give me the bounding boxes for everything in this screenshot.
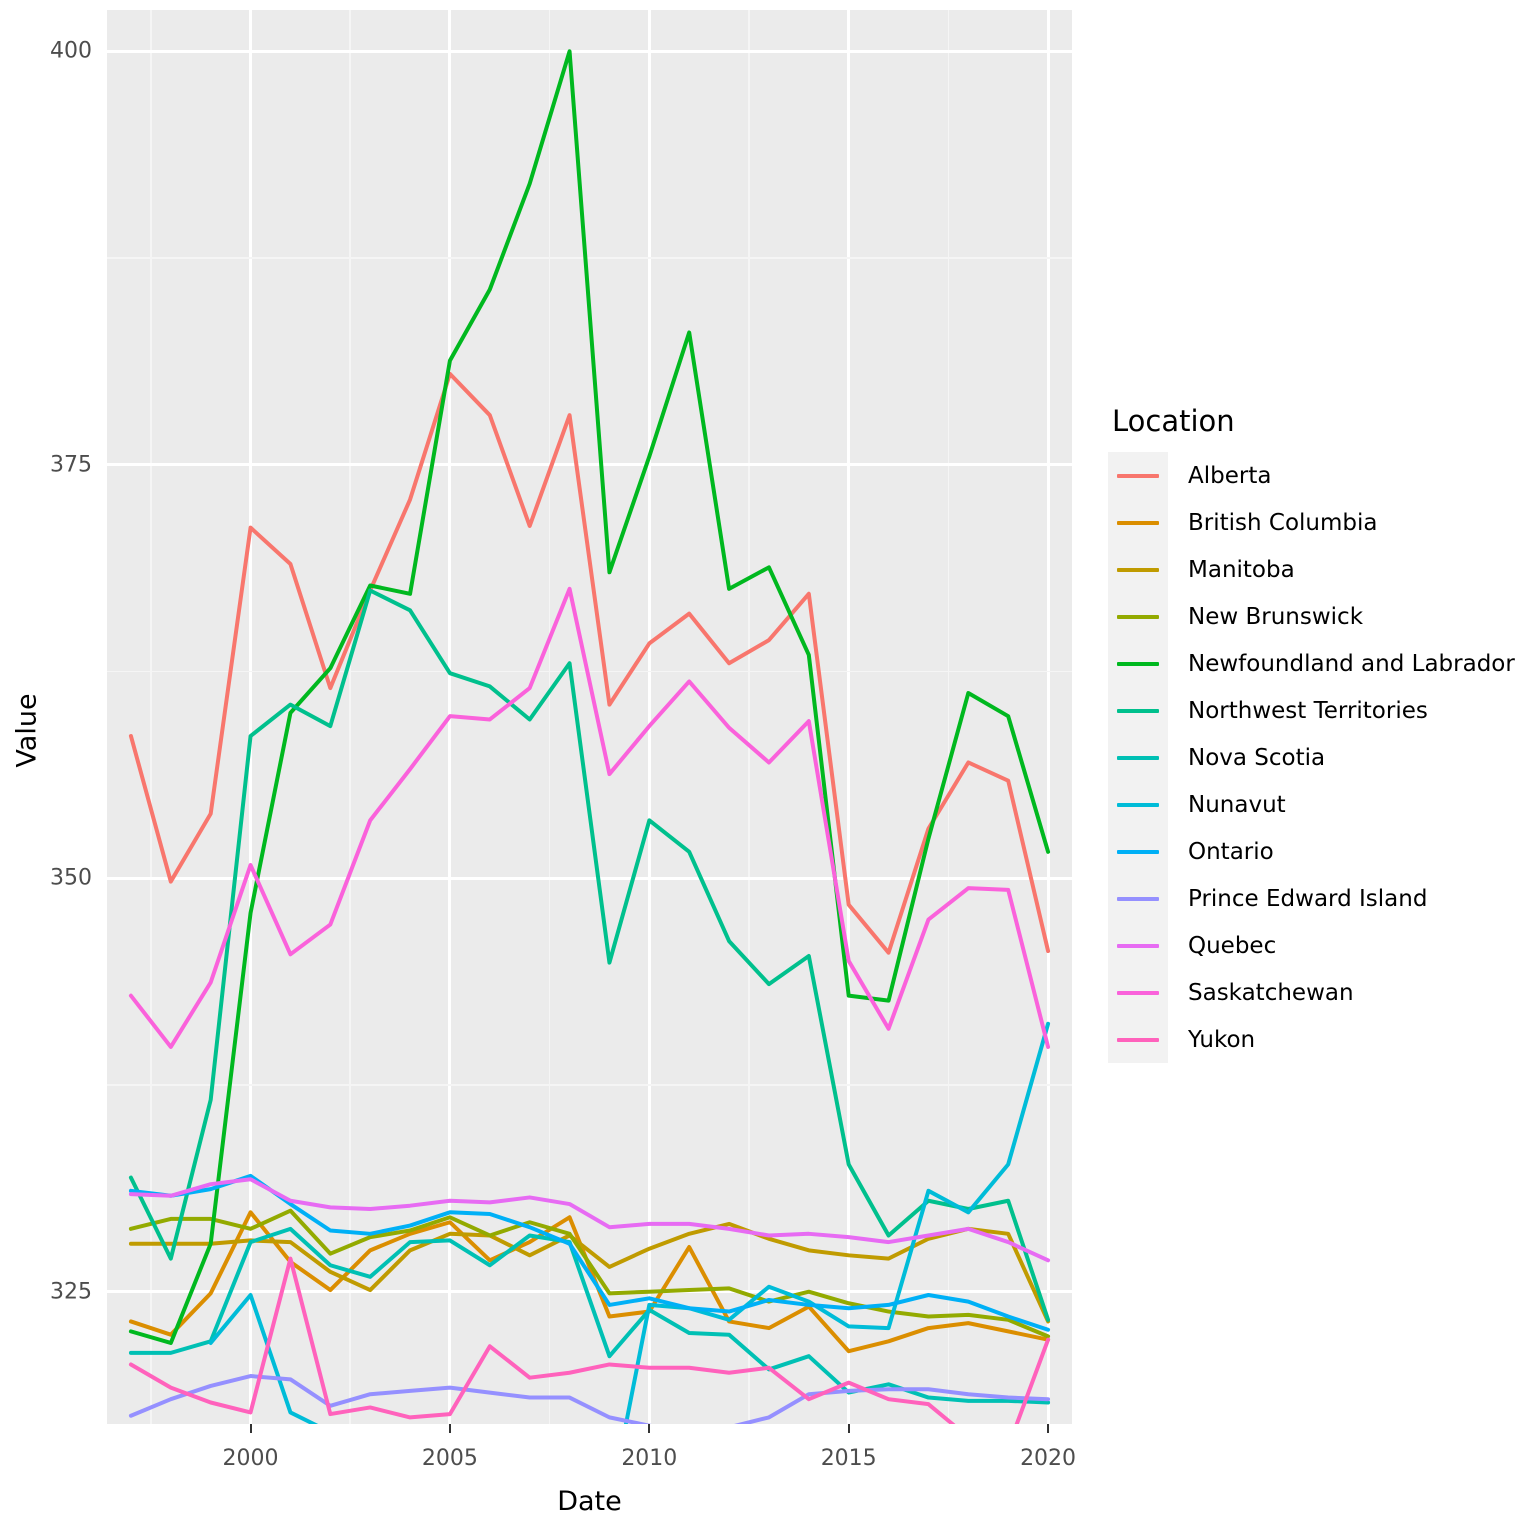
legend-item-label: Nunavut bbox=[1188, 791, 1286, 818]
legend-item[interactable]: Saskatchewan bbox=[1108, 969, 1528, 1016]
x-tick-label: 2000 bbox=[222, 1446, 279, 1471]
legend-item[interactable]: Quebec bbox=[1108, 922, 1528, 969]
legend-key-swatch bbox=[1108, 875, 1168, 922]
x-tick-label: 2010 bbox=[621, 1446, 678, 1471]
legend-item-label: Ontario bbox=[1188, 838, 1274, 865]
chart-page: Value 325 350 375 400 2000 2005 2010 2015 2020 … bbox=[0, 0, 1536, 1536]
x-tick-mark bbox=[847, 1424, 850, 1433]
x-tick-mark bbox=[648, 1424, 651, 1433]
legend-line-icon bbox=[1117, 520, 1159, 525]
legend-item[interactable]: Manitoba bbox=[1108, 546, 1528, 593]
legend-item-label: Prince Edward Island bbox=[1188, 885, 1428, 912]
legend-key-swatch bbox=[1108, 828, 1168, 875]
series-line bbox=[128, 1256, 1051, 1424]
legend-key-swatch bbox=[1108, 499, 1168, 546]
legend-line-icon bbox=[1117, 708, 1159, 713]
legend-key-swatch bbox=[1108, 640, 1168, 687]
legend-key-swatch bbox=[1108, 922, 1168, 969]
legend-key-swatch bbox=[1108, 452, 1168, 499]
plot-panel bbox=[107, 10, 1072, 1424]
legend-line-icon bbox=[1117, 1037, 1159, 1042]
legend-item-label: Nova Scotia bbox=[1188, 744, 1326, 771]
legend-line-icon bbox=[1117, 802, 1159, 807]
legend-line-icon bbox=[1117, 614, 1159, 619]
x-tick-label: 2015 bbox=[820, 1446, 877, 1471]
legend-item-label: British Columbia bbox=[1188, 509, 1378, 536]
x-axis-title: Date bbox=[107, 1486, 1072, 1517]
legend-item-label: New Brunswick bbox=[1188, 603, 1364, 630]
y-tick-label: 350 bbox=[50, 865, 92, 891]
series-lines bbox=[128, 49, 1051, 1424]
legend: Location Alberta British Columbia Manitoba… bbox=[1108, 404, 1528, 1063]
x-tick-mark bbox=[249, 1424, 252, 1433]
legend-line-icon bbox=[1117, 943, 1159, 948]
legend-key-swatch bbox=[1108, 1016, 1168, 1063]
legend-item[interactable]: New Brunswick bbox=[1108, 593, 1528, 640]
legend-line-icon bbox=[1117, 473, 1159, 478]
series-line bbox=[128, 1210, 1051, 1354]
legend-item[interactable]: Yukon bbox=[1108, 1016, 1528, 1063]
x-tick-mark bbox=[448, 1424, 451, 1433]
x-tick-label: 2020 bbox=[1020, 1446, 1077, 1471]
legend-line-icon bbox=[1117, 661, 1159, 666]
legend-line-icon bbox=[1117, 755, 1159, 760]
legend-item-label: Quebec bbox=[1188, 932, 1277, 959]
legend-line-icon bbox=[1117, 849, 1159, 854]
legend-item[interactable]: Nunavut bbox=[1108, 781, 1528, 828]
legend-key-swatch bbox=[1108, 781, 1168, 828]
legend-item-label: Saskatchewan bbox=[1188, 979, 1354, 1006]
legend-item[interactable]: Nova Scotia bbox=[1108, 734, 1528, 781]
legend-item-label: Yukon bbox=[1188, 1026, 1256, 1053]
legend-items: Alberta British Columbia Manitoba New Bruns… bbox=[1108, 452, 1528, 1063]
legend-item[interactable]: Ontario bbox=[1108, 828, 1528, 875]
legend-line-icon bbox=[1117, 896, 1159, 901]
legend-line-icon bbox=[1117, 990, 1159, 995]
x-tick-mark bbox=[1047, 1424, 1050, 1433]
series-line bbox=[128, 371, 1051, 955]
legend-key-swatch bbox=[1108, 593, 1168, 640]
series-line bbox=[128, 49, 1051, 1345]
y-axis-ticks: 325 350 375 400 bbox=[18, 0, 123, 1460]
legend-item-label: Newfoundland and Labrador bbox=[1188, 650, 1515, 677]
legend-item[interactable]: Newfoundland and Labrador bbox=[1108, 640, 1528, 687]
x-axis-ticks: 2000 2005 2010 2015 2020 bbox=[0, 1424, 1536, 1484]
legend-line-icon bbox=[1117, 567, 1159, 572]
x-tick-label: 2005 bbox=[421, 1446, 478, 1471]
legend-item[interactable]: Prince Edward Island bbox=[1108, 875, 1528, 922]
legend-item[interactable]: Alberta bbox=[1108, 452, 1528, 499]
legend-item[interactable]: Northwest Territories bbox=[1108, 687, 1528, 734]
legend-title: Location bbox=[1112, 404, 1235, 438]
legend-key-swatch bbox=[1108, 734, 1168, 781]
legend-item-label: Northwest Territories bbox=[1188, 697, 1428, 724]
y-tick-label: 375 bbox=[50, 452, 92, 478]
legend-item-label: Alberta bbox=[1188, 462, 1272, 489]
x-axis-title-text: Date bbox=[557, 1486, 622, 1517]
legend-key-swatch bbox=[1108, 969, 1168, 1016]
y-tick-label: 325 bbox=[50, 1279, 92, 1305]
legend-item[interactable]: British Columbia bbox=[1108, 499, 1528, 546]
legend-key-swatch bbox=[1108, 687, 1168, 734]
legend-key-swatch bbox=[1108, 546, 1168, 593]
y-tick-label: 400 bbox=[50, 38, 92, 64]
legend-item-label: Manitoba bbox=[1188, 556, 1295, 583]
series-line bbox=[128, 588, 1051, 1322]
